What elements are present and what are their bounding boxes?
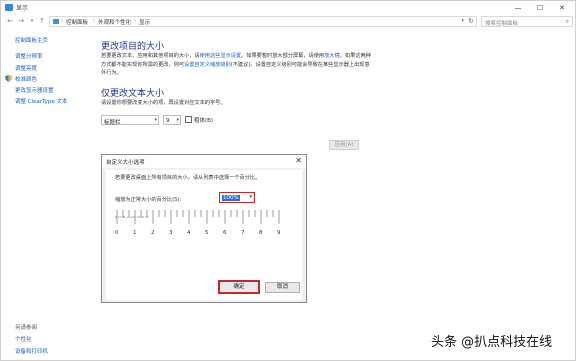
minimize-button[interactable]: — — [507, 1, 529, 15]
search-input[interactable]: 搜索控制面板 ⌕ — [481, 16, 573, 27]
control-panel-icon — [53, 19, 59, 24]
scale-label: 缩放为正常大小的百分比(S): — [115, 197, 182, 203]
see-also-devices-printers[interactable]: 设备和打印机 — [15, 347, 48, 355]
heading-text-size: 仅更改文本大小 — [101, 89, 165, 99]
display-app-icon — [5, 4, 13, 11]
font-size-value: 9 — [166, 117, 170, 124]
chevron-down-icon: ▾ — [154, 117, 157, 123]
window-title: 显示 — [16, 5, 29, 12]
zoom-percent-select[interactable]: 100% ▾ — [219, 192, 255, 203]
change-size-description: 若要更改文本、应用和其他项目的大小，请使用这些显示设置。如果要暂时放大部分屏幕，… — [101, 52, 373, 78]
ruler-label: 5 — [205, 230, 209, 236]
shield-icon — [5, 75, 12, 82]
item-select[interactable]: 标题栏 ▾ — [101, 115, 159, 126]
dialog-description: 若要更改桌面上所有项目的大小，请从列表中选择一个百分比。 — [115, 175, 261, 181]
sidebar-item-resolution[interactable]: 调整分辨率 — [15, 52, 43, 60]
ruler-label: 4 — [187, 230, 191, 236]
dialog-body: 若要更改桌面上所有项目的大小，请从列表中选择一个百分比。 缩放为正常大小的百分比… — [106, 170, 302, 300]
title-bar: 显示 — ☐ ✕ — [1, 1, 575, 15]
ruler-label: 6 — [223, 230, 227, 236]
zoom-percent-value: 100% — [222, 194, 240, 201]
breadcrumb-appearance[interactable]: 外观和个性化 — [98, 18, 131, 26]
custom-sizing-dialog: 自定义大小选项 ✕ 若要更改桌面上所有项目的大小，请从列表中选择一个百分比。 缩… — [101, 154, 307, 303]
bold-label[interactable]: 粗体(B) — [194, 116, 213, 124]
apply-button[interactable]: 应用(A) — [329, 140, 359, 150]
chevron-down-icon: ▾ — [249, 194, 252, 200]
back-arrow-icon[interactable]: ← — [5, 16, 15, 26]
refresh-icon[interactable]: ↻ — [468, 17, 474, 25]
recent-locations-icon[interactable]: ▾ — [27, 16, 37, 26]
description-text: 若要更改文本、应用和其他项目的大小，请 — [101, 53, 200, 59]
dialog-close-icon[interactable]: ✕ — [295, 156, 302, 165]
sidebar-item-brightness[interactable]: 调整亮度 — [15, 64, 37, 72]
breadcrumb-display[interactable]: 显示 — [139, 18, 150, 26]
sidebar: 控制面板主页 调整分辨率 调整亮度 校准颜色 更改显示器设置 调整 ClearT… — [1, 29, 96, 360]
display-settings-link[interactable]: 使用这些显示设置 — [200, 53, 242, 59]
description-text: 。如果要暂时放大部分屏幕，请使用 — [241, 53, 325, 59]
sidebar-item-display-settings[interactable]: 更改显示器设置 — [15, 86, 54, 94]
heading-change-size: 更改项目的大小 — [101, 42, 165, 52]
ok-button[interactable]: 确定 — [218, 280, 260, 294]
ruler-label: 9 — [277, 230, 281, 236]
custom-scaling-link[interactable]: 设置自定义缩放级别 — [184, 62, 231, 68]
dialog-title-bar: 自定义大小选项 ✕ — [102, 155, 306, 168]
chevron-right-icon: › — [134, 18, 136, 24]
maximize-button[interactable]: ☐ — [529, 1, 551, 15]
ruler-label: 8 — [259, 230, 263, 236]
sidebar-home-link[interactable]: 控制面板主页 — [15, 36, 48, 44]
address-input[interactable]: › 控制面板 › 外观和个性化 › 显示 ▾ ↻ — [49, 16, 477, 27]
watermark-text: 头条 @扒点科技在线 — [431, 335, 553, 350]
display-window: 显示 — ☐ ✕ ← → ▾ ↑ › 控制面板 › 外观和个性化 › 显示 ▾ … — [0, 0, 576, 361]
address-dropdown-icon[interactable]: ▾ — [461, 18, 464, 24]
forward-arrow-icon[interactable]: → — [16, 16, 26, 26]
search-icon[interactable]: ⌕ — [566, 18, 569, 26]
see-also-heading: 另请参阅 — [15, 325, 38, 331]
up-arrow-icon[interactable]: ↑ — [37, 16, 47, 26]
close-button[interactable]: ✕ — [551, 1, 573, 15]
ruler-label: 0 — [115, 230, 119, 236]
search-placeholder: 搜索控制面板 — [485, 20, 519, 27]
bold-checkbox[interactable] — [185, 116, 192, 123]
item-select-value: 标题栏 — [104, 119, 121, 126]
text-size-description: 请设置你想要改变大小的项，再设置对应文本的字号。 — [101, 100, 226, 106]
sidebar-item-cleartype[interactable]: 调整 ClearType 文本 — [15, 97, 68, 105]
sidebar-item-calibrate-color[interactable]: 校准颜色 — [15, 75, 37, 83]
ruler-label: 7 — [241, 230, 245, 236]
ruler-label: 2 — [151, 230, 155, 236]
address-bar: ← → ▾ ↑ › 控制面板 › 外观和个性化 › 显示 ▾ ↻ 搜索控制面板 … — [1, 15, 575, 28]
ruler-label: 1 — [133, 230, 137, 236]
scale-ruler[interactable]: 0 1 2 3 4 5 6 7 8 9 — [106, 206, 302, 240]
cancel-button[interactable]: 取消 — [265, 282, 300, 293]
chevron-right-icon: › — [93, 18, 95, 24]
dialog-title: 自定义大小选项 — [106, 160, 145, 166]
ruler-caption: 9 pt Microsoft Yahei UI — [115, 215, 149, 219]
see-also-personalization[interactable]: 个性化 — [15, 335, 32, 343]
ruler-label: 3 — [169, 230, 173, 236]
breadcrumb-control-panel[interactable]: 控制面板 — [66, 18, 88, 26]
font-size-select[interactable]: 9 ▾ — [163, 115, 181, 125]
magnifier-link[interactable]: 放大镜 — [324, 53, 340, 59]
chevron-right-icon: › — [61, 18, 63, 24]
chevron-down-icon: ▾ — [176, 117, 179, 123]
